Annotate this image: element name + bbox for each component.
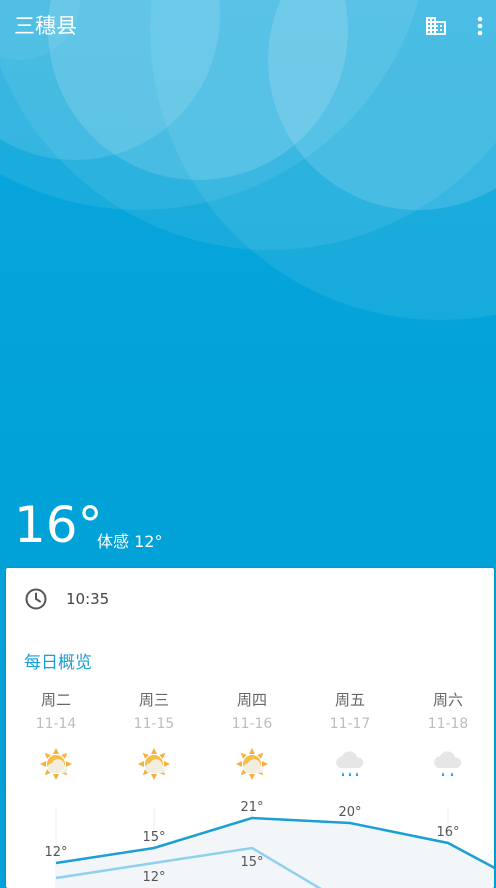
day-weekday: 周四 [236, 691, 267, 709]
more-vert-icon[interactable] [472, 14, 488, 38]
high-temp-label: 12° [44, 845, 67, 860]
high-temp-label: 15° [142, 830, 165, 845]
partly-cloudy-sun-icon [138, 748, 170, 780]
day-date: 11-18 [427, 716, 469, 732]
day-column[interactable]: 周五 11-17 [302, 688, 398, 782]
day-date: 11-14 [35, 716, 77, 732]
day-date: 11-16 [231, 716, 273, 732]
high-temp-label: 21° [240, 800, 263, 815]
top-bar: 三穗县 [0, 0, 496, 52]
current-temperature: 16° [14, 496, 103, 554]
feels-like-temperature: 体感 12° [97, 532, 163, 551]
day-column[interactable]: 周四 11-16 [204, 688, 300, 782]
day-date: 11-17 [329, 716, 371, 732]
high-temp-label: 16° [436, 825, 459, 840]
building-icon[interactable] [424, 14, 448, 38]
day-weekday: 周六 [432, 691, 463, 709]
low-temp-label: 12° [142, 870, 165, 885]
day-weekday: 周三 [138, 691, 169, 709]
clock-icon [25, 588, 47, 610]
update-time: 10:35 [66, 590, 110, 608]
city-title[interactable]: 三穗县 [14, 10, 77, 40]
forecast-card: 10:35 每日概览 周二 11-14 周三 11-15 周四 11-16 周五… [6, 568, 494, 888]
daily-overview-title: 每日概览 [24, 653, 92, 673]
day-column[interactable]: 周二 11-14 [8, 688, 104, 782]
day-column[interactable]: 周六 11-18 [400, 688, 494, 782]
rain-cloud-icon [434, 751, 462, 777]
high-temp-label: 20° [338, 805, 361, 820]
day-weekday: 周二 [40, 691, 71, 709]
day-date: 11-15 [133, 716, 175, 732]
temperature-chart: 12° 15° 12° 21° 15° 20° 16° [44, 800, 494, 888]
day-column[interactable]: 周三 11-15 [106, 688, 202, 782]
partly-cloudy-sun-icon [236, 748, 268, 780]
rain-cloud-icon [336, 751, 364, 777]
partly-cloudy-sun-icon [40, 748, 72, 780]
low-temp-label: 15° [240, 855, 263, 870]
day-weekday: 周五 [334, 691, 365, 709]
